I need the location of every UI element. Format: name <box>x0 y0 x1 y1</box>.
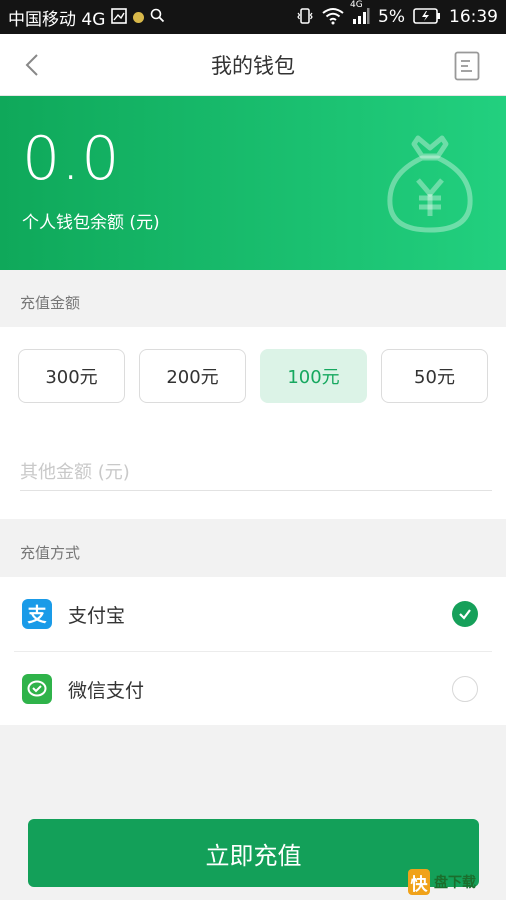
nav-bar: 我的钱包 <box>0 34 506 96</box>
carrier-text: 中国移动 4G <box>8 9 106 30</box>
recharge-amount-label: 充值金额 <box>20 294 81 312</box>
payment-option-alipay[interactable]: 支 支付宝 <box>0 577 506 652</box>
balance-label: 个人钱包余额 (元) <box>22 213 160 233</box>
wechat-radio-unchecked[interactable] <box>452 676 478 702</box>
amount-option-50[interactable]: 50元 <box>381 349 488 403</box>
alipay-icon: 支 <box>22 599 52 629</box>
wechat-pay-icon <box>22 674 52 704</box>
payment-option-wechat[interactable]: 微信支付 <box>0 652 506 726</box>
document-list-icon <box>454 51 480 81</box>
alipay-radio-checked[interactable] <box>452 601 478 627</box>
wallet-balance-card: 0.0 个人钱包余额 (元) <box>0 96 506 270</box>
amount-option-200[interactable]: 200元 <box>139 349 246 403</box>
money-bag-yuan-icon <box>387 135 473 233</box>
chevron-left-icon <box>25 54 38 76</box>
balance-amount: 0.0 <box>22 124 121 194</box>
wifi-icon <box>322 7 344 28</box>
signal-icon: 4G <box>350 0 370 28</box>
network-badge: 4G <box>350 0 363 10</box>
back-button[interactable] <box>18 50 48 80</box>
status-bar: 中国移动 4G 4G 5% 16:39 <box>0 0 506 34</box>
amount-panel: 300元 200元 100元 50元 <box>0 327 506 519</box>
payment-method-label: 充值方式 <box>20 544 81 562</box>
bill-button[interactable] <box>454 51 480 81</box>
page-title: 我的钱包 <box>211 53 295 78</box>
payment-panel: 支 支付宝 微信支付 <box>0 577 506 725</box>
svg-text:支: 支 <box>26 604 47 626</box>
watermark-text: 盘下载 <box>434 875 476 891</box>
battery-charging-icon <box>413 7 441 27</box>
amount-option-300[interactable]: 300元 <box>18 349 125 403</box>
status-left: 中国移动 4G <box>8 5 165 30</box>
status-right: 4G 5% 16:39 <box>296 0 498 28</box>
battery-percent: 5% <box>378 7 405 27</box>
clock-time: 16:39 <box>449 7 498 27</box>
alipay-label: 支付宝 <box>68 604 126 627</box>
vibrate-icon <box>296 7 314 28</box>
check-icon <box>459 609 471 620</box>
wechat-pay-label: 微信支付 <box>68 679 145 702</box>
amount-option-100[interactable]: 100元 <box>260 349 367 403</box>
search-icon <box>150 8 165 26</box>
image-icon <box>111 7 128 27</box>
notification-dot-icon <box>133 11 145 23</box>
watermark: 快 盘下载 <box>408 864 506 900</box>
other-amount-input[interactable] <box>20 455 492 491</box>
watermark-logo-icon: 快 <box>408 869 430 895</box>
